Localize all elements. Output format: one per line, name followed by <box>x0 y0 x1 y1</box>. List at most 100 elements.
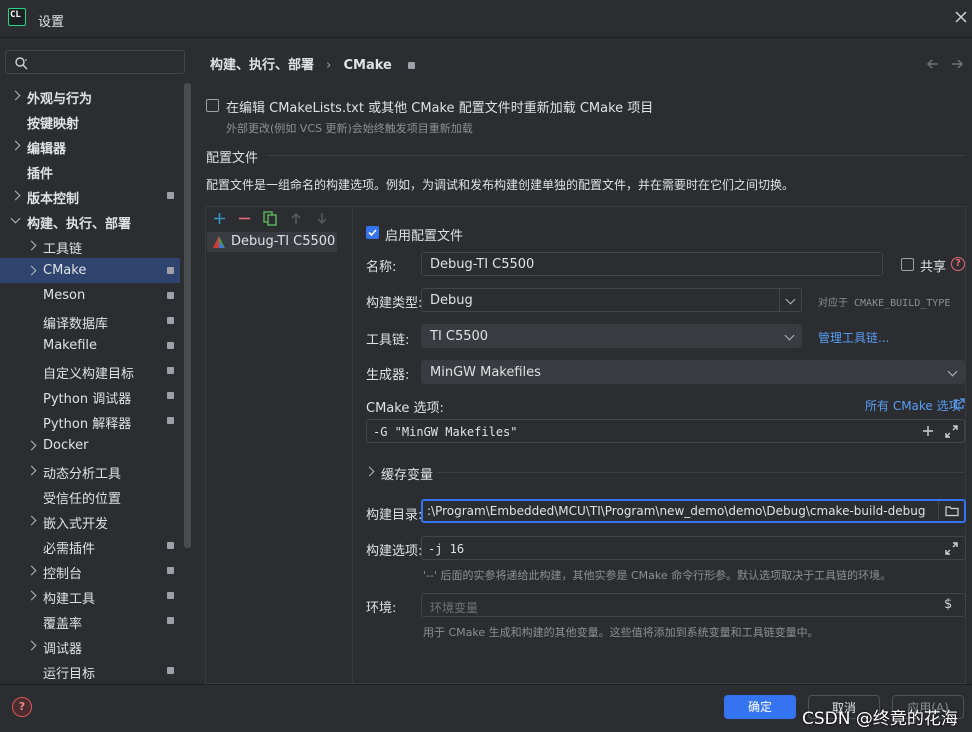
share-checkbox[interactable] <box>901 258 914 271</box>
close-window-icon[interactable] <box>954 10 968 24</box>
plus-icon[interactable] <box>922 425 934 437</box>
sidebar-item-label: 编辑器 <box>27 142 67 157</box>
cache-vars-label[interactable]: 缓存变量 <box>381 464 433 483</box>
chevron-right-icon[interactable] <box>28 638 35 653</box>
chevron-right-icon[interactable] <box>28 238 35 253</box>
expand-icon[interactable] <box>945 425 958 438</box>
enable-profile-label[interactable]: 启用配置文件 <box>385 225 463 244</box>
chevron-right-icon[interactable] <box>28 588 35 603</box>
sidebar-item[interactable]: Meson <box>0 283 180 308</box>
sidebar-scrollbar[interactable] <box>184 83 191 548</box>
sidebar-item[interactable]: 工具链 <box>0 233 180 258</box>
breadcrumb-parent[interactable]: 构建、执行、部署 <box>210 58 314 73</box>
breadcrumb-current: CMake <box>343 58 392 73</box>
sidebar-item-label: 插件 <box>27 167 54 182</box>
folder-icon[interactable] <box>938 501 964 521</box>
sidebar-item[interactable]: 受信任的位置 <box>0 483 180 508</box>
chevron-right-icon[interactable] <box>28 513 35 528</box>
toolchain-combo[interactable]: TI C5500 <box>421 324 802 348</box>
build-type-combo[interactable]: Debug <box>421 288 802 312</box>
sidebar-item-label: Python 解释器 <box>43 417 132 432</box>
sidebar-item[interactable]: 按键映射 <box>0 108 180 133</box>
project-scope-icon <box>167 592 174 599</box>
sidebar-item-label: 版本控制 <box>27 192 80 207</box>
sidebar-item-label: 控制台 <box>43 567 83 582</box>
chevron-down-icon[interactable] <box>12 213 19 228</box>
chevron-right-icon[interactable] <box>12 188 19 203</box>
sidebar-item[interactable]: 调试器 <box>0 633 180 658</box>
sidebar-item[interactable]: 必需插件 <box>0 533 180 558</box>
share-label[interactable]: 共享 <box>920 256 946 275</box>
cmake-options-input[interactable]: -G "MinGW Makefiles" <box>366 419 965 443</box>
sidebar-item[interactable]: 控制台 <box>0 558 180 583</box>
sidebar-item[interactable]: Python 解释器 <box>0 408 180 433</box>
chevron-right-icon[interactable] <box>12 88 19 103</box>
chevron-right-icon[interactable] <box>28 438 35 453</box>
manage-toolchains-link[interactable]: 管理工具链... <box>818 329 889 346</box>
chevron-down-icon[interactable] <box>779 325 801 347</box>
sidebar-item[interactable]: 编译数据库 <box>0 308 180 333</box>
name-label: 名称: <box>366 260 397 275</box>
sidebar-item[interactable]: 构建工具 <box>0 583 180 608</box>
chevron-right-icon[interactable] <box>28 563 35 578</box>
forward-arrow-icon[interactable] <box>950 58 964 74</box>
sidebar-item[interactable]: Python 调试器 <box>0 383 180 408</box>
chevron-right-icon[interactable] <box>28 463 35 478</box>
generator-value: MinGW Makefiles <box>430 365 541 380</box>
move-down-icon[interactable] <box>316 212 328 225</box>
sidebar-item[interactable]: CMake <box>0 258 180 283</box>
toolchain-label: 工具链: <box>366 333 410 348</box>
sidebar-item[interactable]: 嵌入式开发 <box>0 508 180 533</box>
dollar-icon[interactable]: $ <box>944 597 952 612</box>
expand-icon[interactable] <box>945 542 958 555</box>
sidebar-item[interactable]: 构建、执行、部署 <box>0 208 180 233</box>
project-scope-icon <box>167 342 174 349</box>
profiles-description: 配置文件是一组命名的构建选项。例如，为调试和发布构建创建单独的配置文件，并在需要… <box>206 178 795 192</box>
project-scope-icon <box>167 392 174 399</box>
sidebar-item[interactable]: Makefile <box>0 333 180 358</box>
profile-name: Debug-TI C5500 <box>231 234 336 249</box>
search-input[interactable] <box>5 50 185 74</box>
reload-checkbox[interactable] <box>206 99 219 112</box>
breadcrumb-separator: › <box>326 58 332 73</box>
copy-icon[interactable] <box>263 211 277 226</box>
sidebar-item[interactable]: 动态分析工具 <box>0 458 180 483</box>
chevron-down-icon[interactable] <box>942 361 964 383</box>
back-arrow-icon[interactable] <box>926 58 940 74</box>
sidebar-item[interactable]: 版本控制 <box>0 183 180 208</box>
move-up-icon[interactable] <box>290 212 302 225</box>
cache-vars-divider <box>436 472 965 473</box>
add-icon[interactable] <box>213 212 226 225</box>
profile-list-item[interactable]: Debug-TI C5500 <box>207 232 337 252</box>
sidebar-item[interactable]: Docker <box>0 433 180 458</box>
cache-vars-chevron-icon[interactable] <box>366 464 373 479</box>
chevron-right-icon[interactable] <box>12 138 19 153</box>
build-dir-input[interactable]: :\Program\Embedded\MCU\TI\Program\new_de… <box>421 499 966 523</box>
sidebar-item[interactable]: 编辑器 <box>0 133 180 158</box>
enable-profile-checkbox[interactable] <box>366 226 379 239</box>
sidebar-item-label: Python 调试器 <box>43 392 132 407</box>
name-input[interactable]: Debug-TI C5500 <box>421 252 883 276</box>
cmake-icon <box>213 236 225 248</box>
sidebar-item-label: CMake <box>43 263 87 278</box>
sidebar-item-label: 工具链 <box>43 242 83 257</box>
sidebar-item[interactable]: 覆盖率 <box>0 608 180 633</box>
sidebar-item-label: 调试器 <box>43 642 83 657</box>
all-cmake-options-link[interactable]: 所有 CMake 选项 <box>865 397 961 414</box>
ok-button[interactable]: 确定 <box>724 695 796 719</box>
sidebar-item-label: 运行目标 <box>43 667 96 682</box>
build-options-input[interactable]: -j 16 <box>421 536 966 560</box>
remove-icon[interactable] <box>238 212 251 225</box>
sidebar-item[interactable]: 插件 <box>0 158 180 183</box>
generator-combo[interactable]: MinGW Makefiles <box>421 360 965 384</box>
chevron-right-icon[interactable] <box>28 263 35 278</box>
sidebar-item[interactable]: 运行目标 <box>0 658 180 683</box>
sidebar-item[interactable]: 外观与行为 <box>0 83 180 108</box>
help-icon[interactable]: ? <box>951 257 965 271</box>
sidebar-item[interactable]: 自定义构建目标 <box>0 358 180 383</box>
env-input[interactable]: 环境变量 $ <box>421 593 966 617</box>
help-circle-icon[interactable]: ? <box>12 697 32 717</box>
external-link-icon[interactable] <box>953 398 965 410</box>
reload-label[interactable]: 在编辑 CMakeLists.txt 或其他 CMake 配置文件时重新加载 C… <box>226 97 653 116</box>
chevron-down-icon[interactable] <box>779 289 801 311</box>
